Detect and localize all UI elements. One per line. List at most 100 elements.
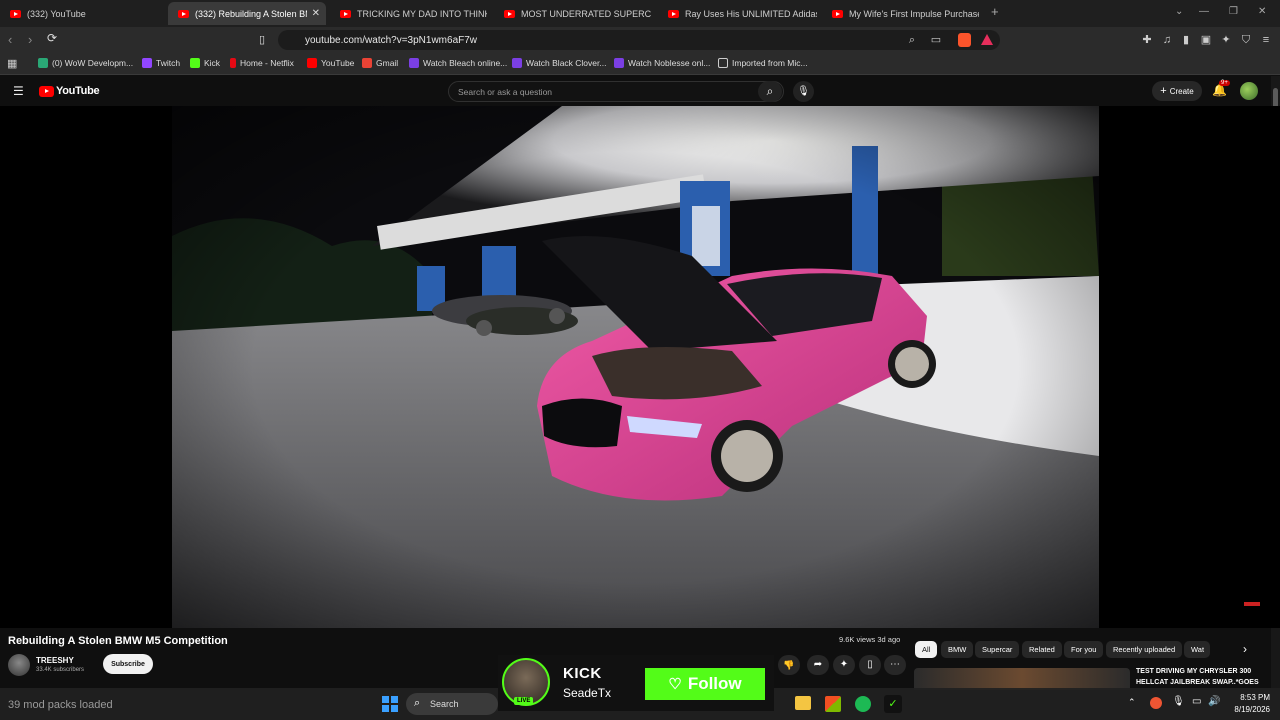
tab-title: My Wife's First Impulse Purchase! - Y xyxy=(849,8,979,19)
subscriber-count: 33.4K subscribers xyxy=(36,667,85,673)
browser-tab-active[interactable]: (332) Rebuilding A Stolen BM ✕ xyxy=(168,2,326,25)
microphone-icon[interactable]: 🎙 xyxy=(793,81,814,102)
microsoft-store-icon[interactable] xyxy=(825,696,841,712)
zoom-icon[interactable]: ⌕ xyxy=(906,34,918,46)
chip-bmw[interactable]: BMW xyxy=(941,641,974,658)
kick-logo: KICK xyxy=(563,665,602,682)
bookmark-item[interactable]: (0) WoW Developm... xyxy=(38,58,133,68)
sidebar-icon[interactable]: ▮ xyxy=(1180,34,1192,46)
search-box[interactable]: Search or ask a question xyxy=(448,81,784,102)
bookmark-item[interactable]: Watch Bleach online... xyxy=(409,58,507,68)
bookmark-item[interactable]: Home - Netflix xyxy=(230,58,294,68)
leo-ai-icon[interactable]: ✦ xyxy=(1220,34,1232,46)
chevron-up-icon[interactable]: ⌃ xyxy=(1128,697,1136,708)
youtube-icon xyxy=(668,9,679,18)
close-window-icon[interactable]: ✕ xyxy=(1258,6,1266,17)
more-options-icon[interactable]: ⋯ xyxy=(884,655,906,675)
bookmark-icon[interactable]: ▯ xyxy=(259,33,265,46)
forward-icon[interactable]: › xyxy=(28,32,32,47)
status-text: 39 mod packs loaded xyxy=(8,699,113,711)
taskbar-search[interactable]: ⌕ Search xyxy=(406,693,498,715)
youtube-play-icon xyxy=(39,85,54,97)
recommended-title-line1[interactable]: TEST DRIVING MY CHRYSLER 300 xyxy=(1136,668,1251,675)
recommended-title-line2[interactable]: HELLCAT JAILBREAK SWAP..*GOES xyxy=(1136,679,1259,686)
new-tab-icon[interactable]: + xyxy=(991,4,999,19)
browser-tab[interactable]: My Wife's First Impulse Purchase! - Y xyxy=(822,2,982,25)
bookmark-item[interactable]: Twitch xyxy=(142,58,180,68)
create-button[interactable]: + Create xyxy=(1152,81,1202,101)
share-icon[interactable]: ➦ xyxy=(807,655,829,675)
volume-icon[interactable]: 🔊 xyxy=(1208,696,1220,707)
video-title: Rebuilding A Stolen BMW M5 Competition xyxy=(8,635,228,647)
hamburger-menu-icon[interactable]: ☰ xyxy=(13,84,24,98)
video-frame[interactable] xyxy=(172,106,1099,628)
display-icon[interactable]: ▭ xyxy=(1192,696,1201,707)
chevron-down-icon[interactable]: ⌄ xyxy=(1175,6,1183,17)
search-icon[interactable]: ⌕ xyxy=(758,81,782,102)
chip-related[interactable]: Related xyxy=(1022,641,1062,658)
close-icon[interactable]: ✕ xyxy=(312,8,320,19)
clock-time[interactable]: 8:53 PM xyxy=(1230,693,1270,702)
bookmark-item[interactable]: Watch Noblesse onl... xyxy=(614,58,710,68)
youtube-icon xyxy=(307,58,317,68)
chip-all[interactable]: All xyxy=(915,641,938,658)
subscribe-button[interactable]: Subscribe xyxy=(103,654,153,674)
ask-ai-icon[interactable]: ✦ xyxy=(833,655,855,675)
spotify-icon[interactable] xyxy=(855,696,871,712)
vpn-icon[interactable]: ⛉ xyxy=(1240,34,1252,46)
follow-label: Follow xyxy=(687,674,742,693)
tray-app-icon[interactable] xyxy=(1150,697,1162,709)
bookmark-item[interactable]: Imported from Mic... xyxy=(718,58,808,68)
menu-icon[interactable]: ≡ xyxy=(1260,34,1272,46)
channel-name[interactable]: TREESHY xyxy=(36,656,74,665)
cast-icon[interactable]: ▭ xyxy=(930,34,942,46)
bookmark-favicon xyxy=(409,58,419,68)
apps-grid-icon[interactable]: ▦ xyxy=(7,57,17,70)
bookmark-label: Watch Black Clover... xyxy=(526,58,607,68)
reload-icon[interactable]: ⟳ xyxy=(47,31,57,45)
save-icon[interactable]: ▯ xyxy=(859,655,881,675)
chip-recently-uploaded[interactable]: Recently uploaded xyxy=(1106,641,1183,658)
wallet-icon[interactable]: ▣ xyxy=(1200,34,1212,46)
netflix-icon xyxy=(230,58,236,68)
bookmark-item[interactable]: YouTube xyxy=(307,58,354,68)
music-icon[interactable]: ♫ xyxy=(1161,34,1173,46)
back-icon[interactable]: ‹ xyxy=(8,32,12,47)
tab-title: (332) YouTube xyxy=(27,8,86,19)
create-label: Create xyxy=(1169,86,1194,96)
dislike-icon[interactable]: 👎 xyxy=(778,655,800,675)
youtube-icon xyxy=(178,9,189,18)
microphone-icon[interactable]: 🎙 xyxy=(1172,696,1185,707)
youtube-logo[interactable]: YouTube xyxy=(39,85,100,97)
search-input[interactable]: Search or ask a question xyxy=(458,87,552,97)
recommended-thumbnail[interactable] xyxy=(914,668,1130,690)
follow-button[interactable]: ♡ Follow xyxy=(645,668,765,700)
minimize-icon[interactable]: — xyxy=(1199,6,1209,17)
plus-icon: + xyxy=(1160,85,1167,97)
rewards-icon[interactable] xyxy=(981,34,993,45)
chevron-right-icon[interactable]: › xyxy=(1243,642,1247,656)
avatar[interactable] xyxy=(1240,82,1258,100)
file-explorer-icon[interactable] xyxy=(795,696,811,710)
browser-tab[interactable]: Ray Uses His UNLIMITED Adidas Car xyxy=(658,2,818,25)
youtube-logo-text: YouTube xyxy=(56,85,100,97)
url-text[interactable]: youtube.com/watch?v=3pN1wm6aF7w xyxy=(305,35,477,46)
windows-start-icon[interactable] xyxy=(382,696,398,712)
kick-icon xyxy=(190,58,200,68)
bookmark-item[interactable]: Gmail xyxy=(362,58,398,68)
clock-date[interactable]: 8/19/2026 xyxy=(1224,705,1270,714)
app-icon[interactable]: ✓ xyxy=(884,695,902,713)
chip-supercar[interactable]: Supercar xyxy=(975,641,1020,658)
bookmark-item[interactable]: Watch Black Clover... xyxy=(512,58,606,68)
browser-tab[interactable]: (332) YouTube xyxy=(0,2,166,25)
chip-for-you[interactable]: For you xyxy=(1064,641,1104,658)
maximize-icon[interactable]: ❐ xyxy=(1229,6,1238,17)
browser-tab[interactable]: MOST UNDERRATED SUPERCAR? - M xyxy=(494,2,654,25)
search-icon: ⌕ xyxy=(414,697,421,709)
brave-shield-icon[interactable] xyxy=(958,33,971,47)
browser-tab[interactable]: TRICKING MY DAD INTO THINKING xyxy=(330,2,490,25)
bookmark-item[interactable]: Kick xyxy=(190,58,220,68)
channel-avatar[interactable] xyxy=(8,654,30,676)
chip-watched[interactable]: Wat xyxy=(1184,641,1210,658)
extensions-icon[interactable]: ✚ xyxy=(1141,34,1153,46)
